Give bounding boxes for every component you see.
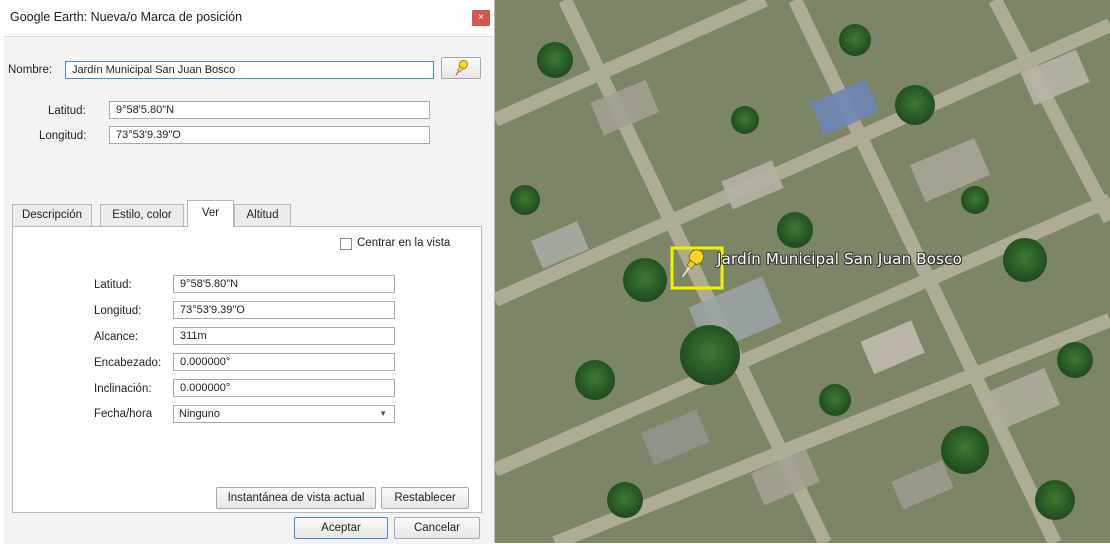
- window-title: Google Earth: Nueva/o Marca de posición: [10, 10, 243, 24]
- chevron-down-icon: ▼: [379, 409, 387, 418]
- placemark-label[interactable]: Jardín Municipal San Juan Bosco: [717, 250, 962, 268]
- tilt-label: Inclinación:: [94, 383, 152, 395]
- date-time-select[interactable]: Ninguno ▼: [173, 405, 395, 423]
- heading-label: Encabezado:: [94, 357, 162, 369]
- view-tab-panel: Centrar en la vista Latitud: Longitud: A…: [12, 226, 482, 513]
- close-button[interactable]: ×: [472, 10, 490, 26]
- accept-button[interactable]: Aceptar: [294, 517, 388, 539]
- cancel-button[interactable]: Cancelar: [394, 517, 480, 539]
- range-label: Alcance:: [94, 331, 139, 343]
- placemark-dialog: Google Earth: Nueva/o Marca de posición …: [0, 0, 495, 544]
- snapshot-view-button[interactable]: Instantánea de vista actual: [216, 487, 376, 509]
- tab-ver[interactable]: Ver: [187, 200, 234, 227]
- view-longitude-label: Longitud:: [94, 305, 142, 317]
- view-latitude-field[interactable]: [173, 275, 395, 293]
- view-latitude-label: Latitud:: [94, 279, 132, 291]
- name-label: Nombre:: [8, 64, 53, 76]
- tilt-field[interactable]: [173, 379, 395, 397]
- center-view-checkbox[interactable]: [340, 238, 352, 250]
- tab-estilo-color[interactable]: Estilo, color: [100, 204, 184, 226]
- latitude-field[interactable]: [109, 101, 430, 119]
- name-field[interactable]: [65, 61, 434, 79]
- pushpin-icon: [455, 59, 468, 76]
- title-bar: Google Earth: Nueva/o Marca de posición …: [0, 0, 494, 36]
- satellite-map-view[interactable]: Jardín Municipal San Juan Bosco: [495, 0, 1110, 543]
- reset-button[interactable]: Restablecer: [381, 487, 469, 509]
- tab-descripcion[interactable]: Descripción: [12, 204, 92, 226]
- range-field[interactable]: [173, 327, 395, 345]
- dialog-body: Nombre: Latitud: Longitud: Descripción E…: [4, 36, 494, 544]
- date-time-label: Fecha/hora: [94, 408, 153, 420]
- view-longitude-field[interactable]: [173, 301, 395, 319]
- center-view-label: Centrar en la vista: [357, 237, 451, 249]
- latitude-label: Latitud:: [48, 105, 86, 117]
- longitude-label: Longitud:: [39, 130, 87, 142]
- longitude-field[interactable]: [109, 126, 430, 144]
- placemark-icon-button[interactable]: [441, 57, 481, 79]
- tab-altitud[interactable]: Altitud: [234, 204, 291, 226]
- date-time-value: Ninguno: [179, 408, 220, 420]
- satellite-imagery: [495, 0, 1110, 543]
- heading-field[interactable]: [173, 353, 395, 371]
